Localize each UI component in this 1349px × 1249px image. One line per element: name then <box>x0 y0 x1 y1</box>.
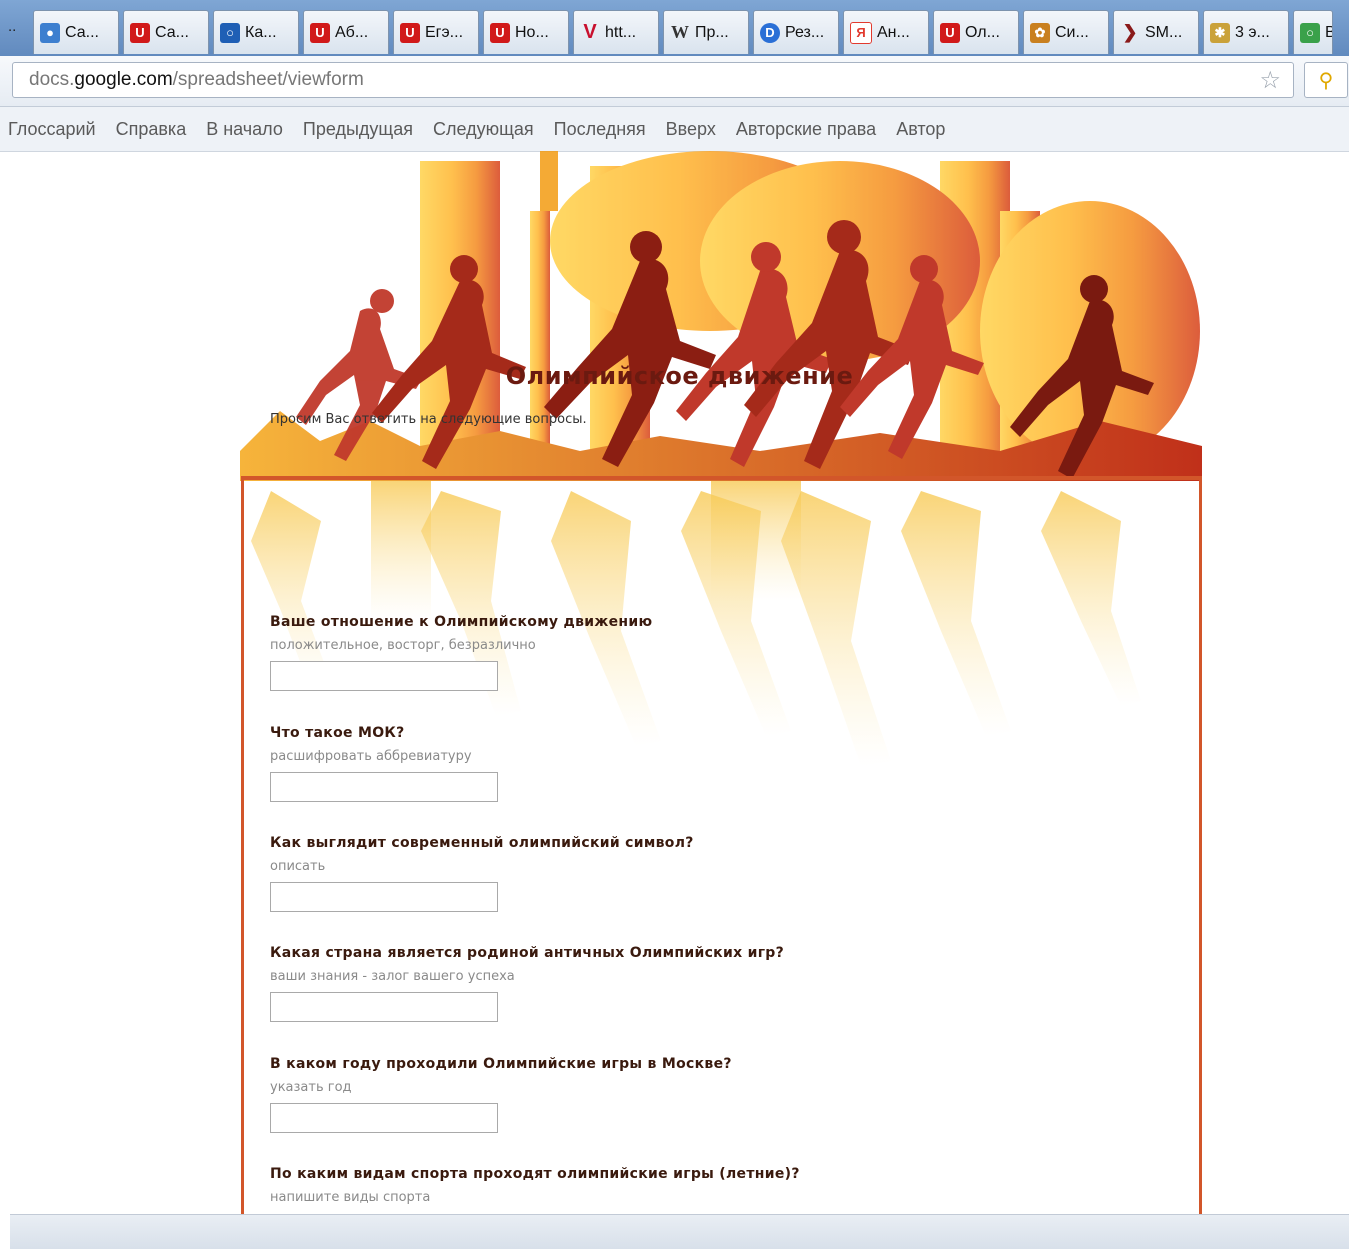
nav-link-next[interactable]: Следующая <box>433 119 534 140</box>
form-description: Просим Вас ответить на следующие вопросы… <box>270 412 587 427</box>
question-title: Какая страна является родиной античных О… <box>270 945 785 961</box>
browser-tab[interactable]: ❯ SM... <box>1113 10 1199 54</box>
tab-label: Са... <box>155 23 189 41</box>
url-text[interactable]: docs.google.com/spreadsheet/viewform <box>29 69 364 91</box>
yandex-icon: Я <box>850 21 872 44</box>
question-title: По каким видам спорта проходят олимпийск… <box>270 1166 800 1182</box>
url-prefix: docs. <box>29 69 75 90</box>
nav-link-up[interactable]: Вверх <box>666 119 716 140</box>
red-u-icon: U <box>310 22 330 43</box>
tab-label: Си... <box>1055 23 1089 41</box>
green-icon: ○ <box>1300 22 1320 43</box>
red-u-icon: U <box>400 22 420 43</box>
tab-label: 3 э... <box>1235 23 1270 41</box>
question-title: В каком году проходили Олимпийские игры … <box>270 1056 732 1072</box>
browser-tab[interactable]: ○ Ка... <box>213 10 299 54</box>
question-help-text: указать год <box>270 1080 352 1095</box>
nav-link-previous[interactable]: Предыдущая <box>303 119 413 140</box>
question-help-text: напишите виды спорта <box>270 1190 431 1205</box>
header-banner-image <box>240 151 1202 481</box>
blue-square-icon: ○ <box>220 22 240 43</box>
browser-tab[interactable]: ● Са... <box>33 10 119 54</box>
nav-link-help[interactable]: Справка <box>116 119 187 140</box>
tab-label: Ол... <box>965 23 1000 41</box>
address-bar[interactable]: docs.google.com/spreadsheet/viewform ☆ <box>12 62 1294 98</box>
navigation-bar: Глоссарий Справка В начало Предыдущая Сл… <box>0 107 1349 152</box>
answer-input[interactable] <box>270 661 498 691</box>
bookmark-star-icon[interactable]: ☆ <box>1259 66 1281 94</box>
nav-link-home[interactable]: В начало <box>206 119 283 140</box>
browser-tab[interactable]: Vhtt... <box>573 10 659 54</box>
browser-toolbar: docs.google.com/spreadsheet/viewform ☆ ⚲ <box>0 56 1349 107</box>
question-help-text: описать <box>270 859 326 874</box>
browser-tab[interactable]: ✿ Си... <box>1023 10 1109 54</box>
tab-label: Егэ... <box>425 23 464 41</box>
red-u-icon: U <box>130 22 150 43</box>
tab-label: Но... <box>515 23 549 41</box>
emblem-icon: ✿ <box>1030 22 1050 43</box>
arrow-icon: ❯ <box>1122 22 1138 42</box>
question-title: Как выглядит современный олимпийский сим… <box>270 835 694 851</box>
browser-tab[interactable]: U Егэ... <box>393 10 479 54</box>
nav-link-copyright[interactable]: Авторские права <box>736 119 876 140</box>
question-block: Какая страна является родиной античных О… <box>270 945 970 1022</box>
blue-d-icon: D <box>760 22 780 43</box>
red-u-icon: U <box>490 22 510 43</box>
question-title: Что такое МОК? <box>270 725 405 741</box>
question-block: Ваше отношение к Олимпийскому движению п… <box>270 614 970 691</box>
question-block: Как выглядит современный олимпийский сим… <box>270 835 970 912</box>
tab-label: Пр... <box>695 23 729 41</box>
browser-status-bar <box>10 1214 1349 1249</box>
tab-label: В <box>1325 24 1332 42</box>
tab-list: .. ● Са... U Са... ○ Ка... U Аб... U Егэ... U… <box>0 10 1337 56</box>
tab-strip: .. ● Са... U Са... ○ Ка... U Аб... U Егэ... U… <box>0 0 1349 60</box>
tab-label: SM... <box>1145 23 1183 41</box>
form-title: Олимпийское движение <box>505 362 854 390</box>
tab-label: Ка... <box>245 23 277 41</box>
nav-link-author[interactable]: Автор <box>896 119 945 140</box>
red-v-icon: V <box>583 21 597 43</box>
browser-tab[interactable]: U Ол... <box>933 10 1019 54</box>
question-block: В каком году проходили Олимпийские игры … <box>270 1056 970 1133</box>
answer-input[interactable] <box>270 1103 498 1133</box>
nav-link-glossary[interactable]: Глоссарий <box>8 119 96 140</box>
question-title: Ваше отношение к Олимпийскому движению <box>270 614 653 630</box>
red-u-icon: U <box>940 22 960 43</box>
answer-input[interactable] <box>270 992 498 1022</box>
question-help-text: расшифровать аббревиатуру <box>270 749 472 764</box>
answer-input[interactable] <box>270 882 498 912</box>
tab-label: Рез... <box>785 23 825 41</box>
answer-input[interactable] <box>270 772 498 802</box>
question-help-text: положительное, восторг, безразлично <box>270 638 536 653</box>
wikipedia-icon: W <box>671 22 689 42</box>
extension-icon[interactable]: ⚲ <box>1304 62 1348 98</box>
url-path: /spreadsheet/viewform <box>172 69 364 90</box>
globe-icon: ● <box>40 22 60 43</box>
browser-tab[interactable]: D Рез... <box>753 10 839 54</box>
browser-tab[interactable]: ○В <box>1293 10 1333 54</box>
nav-link-last[interactable]: Последняя <box>554 119 646 140</box>
browser-tab[interactable]: W Пр... <box>663 10 749 54</box>
browser-tab[interactable]: U Аб... <box>303 10 389 54</box>
question-block: Что такое МОК? расшифровать аббревиатуру <box>270 725 970 802</box>
browser-tab[interactable]: ✱ 3 э... <box>1203 10 1289 54</box>
wheat-icon: ✱ <box>1210 22 1230 43</box>
tab-label: Ан... <box>877 23 910 41</box>
tab-label: Са... <box>65 23 99 41</box>
browser-tab[interactable]: Я Ан... <box>843 10 929 54</box>
tab-overflow[interactable]: .. <box>0 10 30 54</box>
tab-label: htt... <box>605 23 637 41</box>
browser-tab[interactable]: U Но... <box>483 10 569 54</box>
tab-label: Аб... <box>335 23 369 41</box>
url-host: google.com <box>74 69 173 90</box>
question-help-text: ваши знания - залог вашего успеха <box>270 969 515 984</box>
browser-tab[interactable]: U Са... <box>123 10 209 54</box>
question-block: По каким видам спорта проходят олимпийск… <box>270 1166 970 1205</box>
